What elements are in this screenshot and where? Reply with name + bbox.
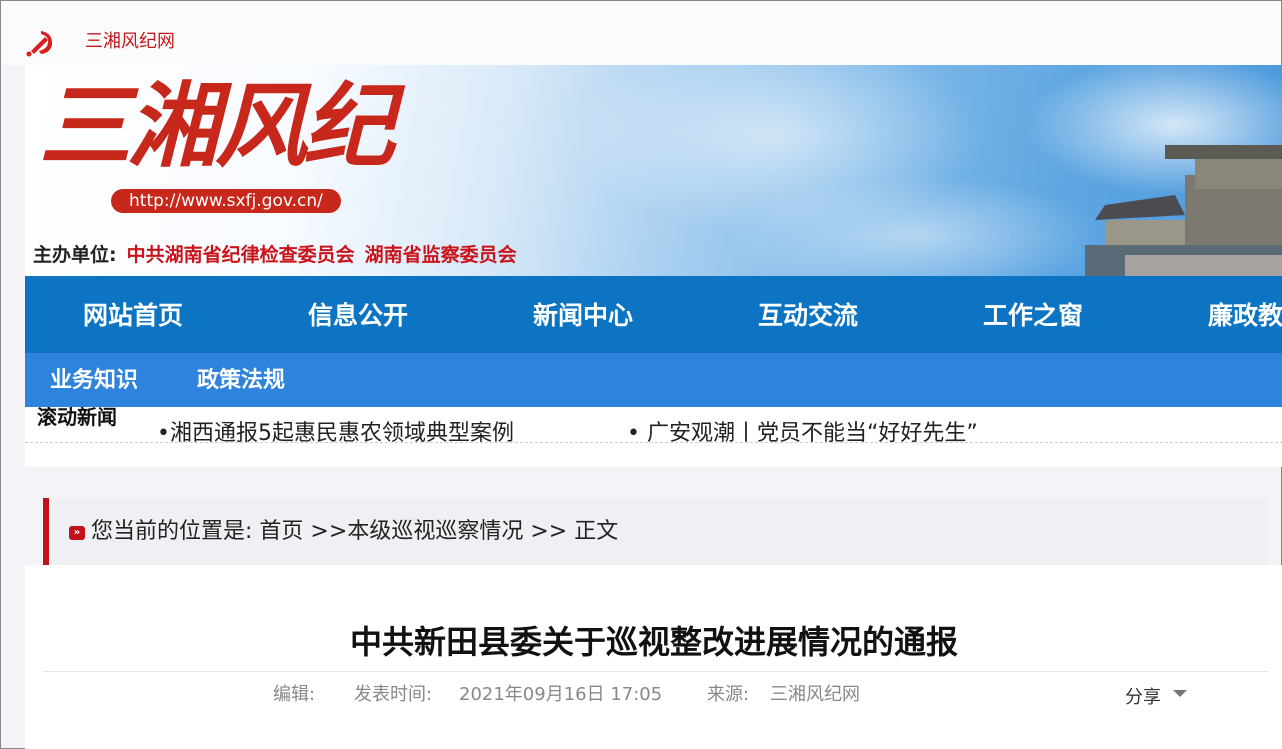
nav-item-integrity-education[interactable]: 廉政教 <box>1208 276 1282 353</box>
breadcrumb-prefix: 您当前的位置是: <box>91 519 253 544</box>
nav-item-home[interactable]: 网站首页 <box>83 276 183 353</box>
article-panel: 中共新田县委关于巡视整改进展情况的通报 编辑: 发表时间: 2021年09月16… <box>25 565 1282 749</box>
sub-nav: 业务知识 政策法规 <box>25 353 1282 407</box>
logo-text: 三湘风纪 <box>39 72 395 180</box>
logo-url: http://www.sxfj.gov.cn/ <box>111 189 341 213</box>
share-label: 分享 <box>1125 687 1161 708</box>
subnav-item-business-knowledge[interactable]: 业务知识 <box>50 353 138 407</box>
nav-item-news-center[interactable]: 新闻中心 <box>533 276 633 353</box>
breadcrumb-home-link[interactable]: 首页 <box>259 519 303 544</box>
nav-item-info-disclosure[interactable]: 信息公开 <box>308 276 408 353</box>
article-title: 中共新田县委关于巡视整改进展情况的通报 <box>349 623 958 661</box>
ticker-label: 滚动新闻 <box>37 407 117 429</box>
article-editor-label: 编辑: <box>273 684 316 705</box>
nav-item-work-window[interactable]: 工作之窗 <box>983 276 1083 353</box>
sponsor-org: 中共湖南省纪律检查委员会 <box>126 244 355 266</box>
ticker-news-link[interactable]: • 广安观潮丨党员不能当“好好先生” <box>627 421 978 442</box>
sponsor-org: 湖南省监察委员会 <box>364 244 517 266</box>
ticker-spacer <box>25 443 1282 467</box>
party-emblem-icon <box>26 31 53 57</box>
breadcrumb-section-link[interactable]: 本级巡视巡察情况 <box>347 519 523 544</box>
sponsor-line: 主办单位: 中共湖南省纪律检查委员会 湖南省监察委员会 <box>33 243 517 267</box>
site-home-link[interactable]: 三湘风纪网 <box>85 31 175 53</box>
news-ticker: 滚动新闻 •湘西通报5起惠民惠农领域典型案例 • 广安观潮丨党员不能当“好好先生… <box>25 407 1282 443</box>
article-publish-label: 发表时间: <box>354 684 433 705</box>
caret-down-icon <box>1173 690 1187 697</box>
main-nav: 网站首页 信息公开 新闻中心 互动交流 工作之窗 廉政教 <box>25 276 1282 353</box>
header-banner: 三湘风纪 http://www.sxfj.gov.cn/ 主办单位: 中共湖南省纪… <box>25 65 1282 276</box>
subnav-item-policy-regulations[interactable]: 政策法规 <box>197 353 285 407</box>
breadcrumb-separator: >> <box>523 519 575 544</box>
breadcrumb-current: 正文 <box>574 519 619 544</box>
top-bar: 三湘风纪网 <box>1 1 1281 65</box>
breadcrumb-separator: >> <box>303 519 348 544</box>
temple-scenery-image <box>1085 145 1282 276</box>
divider <box>43 671 1268 672</box>
breadcrumb: » 您当前的位置是: 首页 >>本级巡视巡察情况 >> 正文 <box>43 498 1268 565</box>
ticker-news-link[interactable]: •湘西通报5起惠民惠农领域典型案例 <box>157 421 514 442</box>
chevron-right-icon: » <box>69 526 85 540</box>
nav-item-interaction[interactable]: 互动交流 <box>758 276 858 353</box>
article-source-label: 来源: <box>707 684 750 705</box>
article-source: 三湘风纪网 <box>770 684 860 705</box>
share-button[interactable]: 分享 <box>1125 683 1187 709</box>
sponsor-label: 主办单位: <box>33 244 117 266</box>
article-publish-time: 2021年09月16日 17:05 <box>459 684 663 705</box>
